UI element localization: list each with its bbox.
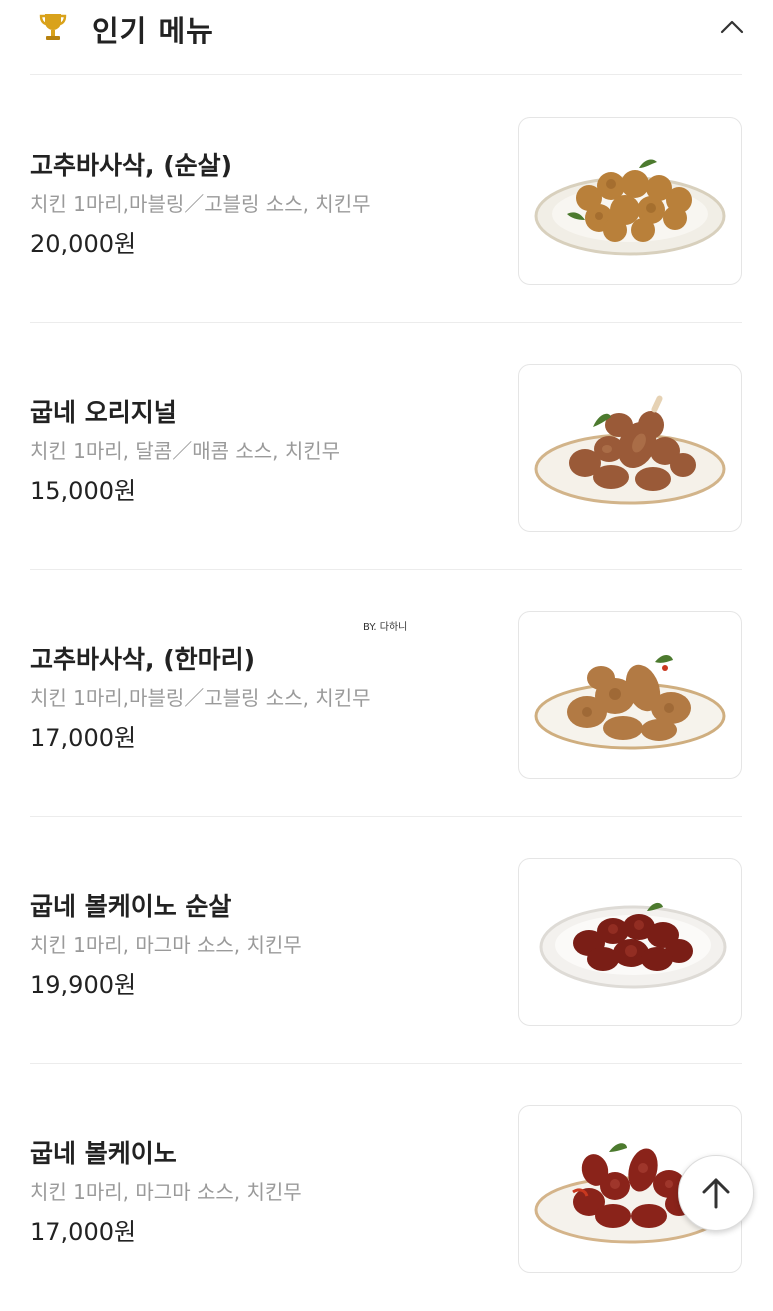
menu-item-description: 치킨 1마리, 마그마 소스, 치킨무: [30, 933, 302, 957]
arrow-up-icon: [702, 1178, 730, 1209]
menu-item-image: [518, 611, 742, 779]
menu-item-name: 굽네 오리지널: [30, 398, 177, 427]
scroll-to-top-button[interactable]: [678, 1155, 754, 1231]
section-title: 인기 메뉴: [92, 14, 214, 48]
menu-item-price: 17,000원: [30, 1218, 137, 1246]
menu-item-name: 굽네 볼케이노: [30, 1139, 177, 1168]
menu-item-image: [518, 117, 742, 285]
menu-item-price: 20,000원: [30, 230, 137, 258]
menu-item-name: 고추바사삭, (순살): [30, 151, 233, 180]
menu-item-image: [518, 364, 742, 532]
menu-item-name: 고추바사삭, (한마리): [30, 645, 256, 674]
trophy-icon: [39, 14, 67, 40]
menu-item-image: [518, 858, 742, 1026]
menu-item[interactable]: 굽네 볼케이노 치킨 1마리, 마그마 소스, 치킨무 17,000원: [0, 1064, 773, 1311]
menu-item-description: 치킨 1마리, 달콤／매콤 소스, 치킨무: [30, 439, 341, 463]
menu-item-price: 17,000원: [30, 724, 137, 752]
divider: [30, 74, 742, 75]
menu-item-price: 15,000원: [30, 477, 137, 505]
chevron-up-icon[interactable]: [712, 10, 752, 44]
menu-item[interactable]: 고추바사삭, (순살) 치킨 1마리,마블링／고블링 소스, 치킨무 20,00…: [0, 76, 773, 323]
menu-item-name: 굽네 볼케이노 순살: [30, 892, 232, 921]
menu-item-description: 치킨 1마리, 마그마 소스, 치킨무: [30, 1180, 302, 1204]
menu-item-description: 치킨 1마리,마블링／고블링 소스, 치킨무: [30, 686, 371, 710]
menu-item[interactable]: 굽네 볼케이노 순살 치킨 1마리, 마그마 소스, 치킨무 19,900원: [0, 817, 773, 1064]
section-header: 인기 메뉴: [0, 0, 773, 74]
menu-item[interactable]: 고추바사삭, (한마리) 치킨 1마리,마블링／고블링 소스, 치킨무 17,0…: [0, 570, 773, 817]
menu-item-description: 치킨 1마리,마블링／고블링 소스, 치킨무: [30, 192, 371, 216]
menu-item-price: 19,900원: [30, 971, 137, 999]
menu-item[interactable]: 굽네 오리지널 치킨 1마리, 달콤／매콤 소스, 치킨무 15,000원: [0, 323, 773, 570]
